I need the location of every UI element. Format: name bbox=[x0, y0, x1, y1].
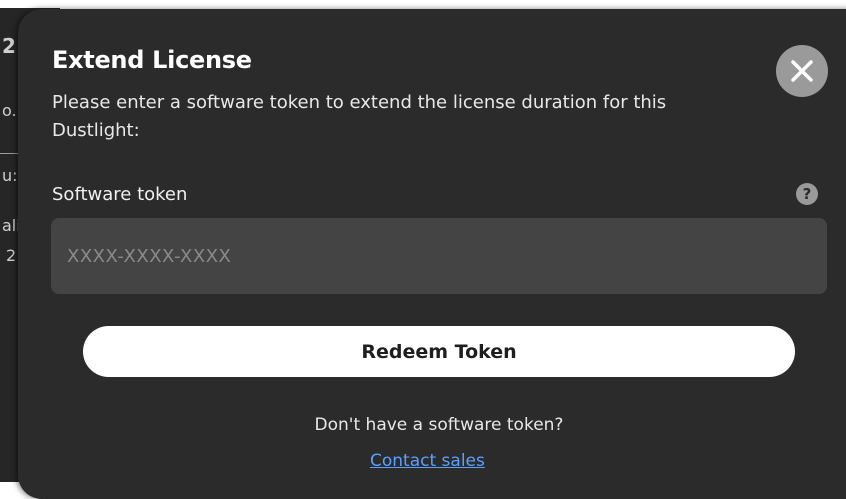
question-mark-icon[interactable]: ? bbox=[796, 183, 818, 205]
software-token-input[interactable] bbox=[51, 218, 827, 294]
contact-sales-link[interactable]: Contact sales bbox=[370, 450, 485, 472]
no-token-prompt: Don't have a software token? bbox=[314, 415, 564, 435]
dialog-title: Extend License bbox=[52, 46, 252, 74]
background-text: 2 bbox=[2, 34, 16, 58]
background-text: o. bbox=[2, 101, 17, 120]
redeem-token-button[interactable]: Redeem Token bbox=[83, 326, 795, 377]
software-token-label: Software token bbox=[52, 184, 188, 205]
background-text: 2 bbox=[6, 246, 17, 265]
dialog-description: Please enter a software token to extend … bbox=[52, 92, 667, 141]
close-icon bbox=[791, 60, 813, 82]
close-button[interactable] bbox=[776, 45, 828, 97]
background-text: u: bbox=[2, 166, 18, 185]
